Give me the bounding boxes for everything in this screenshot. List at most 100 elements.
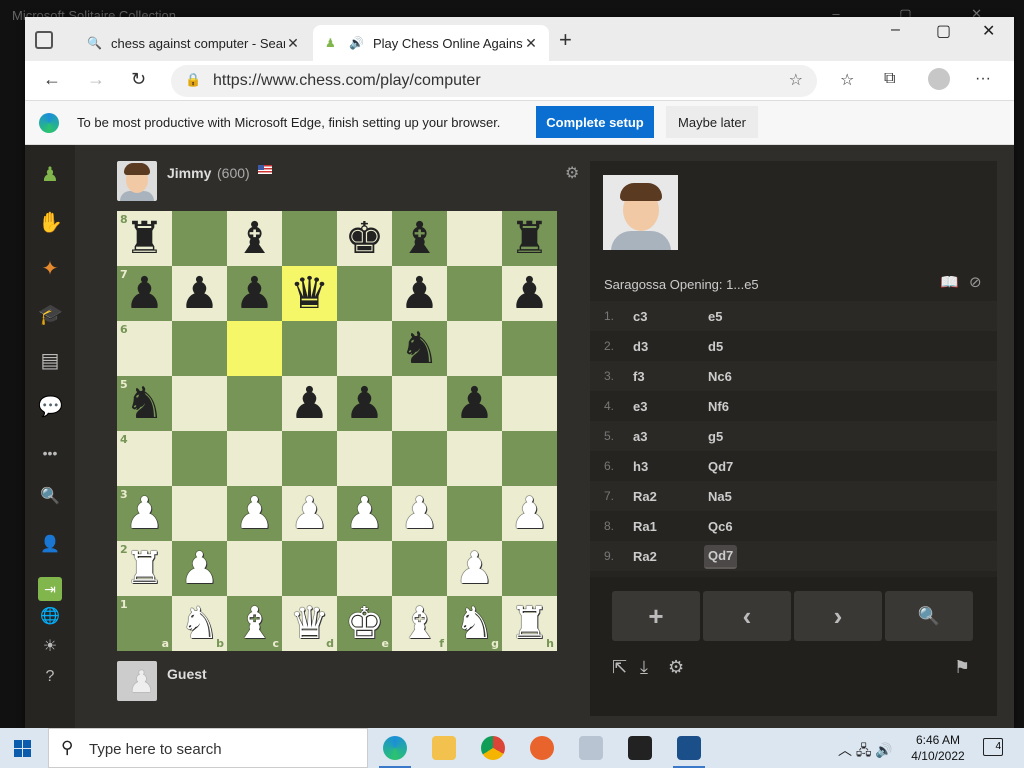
square-a8[interactable]: 8 ♜: [117, 211, 172, 266]
square-d4[interactable]: [282, 431, 337, 486]
black-pawn-icon[interactable]: ♟: [510, 271, 549, 316]
notification-center-icon[interactable]: 4: [983, 738, 1003, 756]
white-pawn-icon[interactable]: ♟: [345, 491, 384, 536]
white-knight-icon[interactable]: ♞: [180, 601, 219, 646]
square-f7[interactable]: ♟: [392, 266, 447, 321]
white-bishop-icon[interactable]: ♝: [235, 601, 274, 646]
square-a6[interactable]: 6: [117, 321, 172, 376]
play-icon[interactable]: ✋: [38, 211, 63, 235]
square-h3[interactable]: ♟: [502, 486, 557, 541]
chrome-icon[interactable]: [481, 736, 505, 760]
square-c5[interactable]: [227, 376, 282, 431]
black-move[interactable]: Nf6: [704, 399, 733, 414]
file-explorer-icon[interactable]: [432, 736, 456, 760]
theme-icon[interactable]: ☀: [38, 635, 62, 659]
monitor-app-icon[interactable]: [579, 736, 603, 760]
white-rook-icon[interactable]: ♜: [510, 601, 549, 646]
black-pawn-icon[interactable]: ♟: [400, 271, 439, 316]
square-h1[interactable]: h ♜: [502, 596, 557, 651]
black-move[interactable]: Qd7: [704, 459, 737, 474]
square-a3[interactable]: 3 ♟: [117, 486, 172, 541]
white-move[interactable]: e3: [633, 399, 647, 414]
puzzles-icon[interactable]: ✦: [38, 257, 62, 281]
square-a1[interactable]: 1a: [117, 596, 172, 651]
maybe-later-button[interactable]: Maybe later: [666, 106, 758, 138]
close-tab-icon[interactable]: ✕: [523, 35, 539, 52]
black-knight-icon[interactable]: ♞: [125, 381, 164, 426]
square-a7[interactable]: 7 ♟: [117, 266, 172, 321]
square-f6[interactable]: ♞: [392, 321, 447, 376]
board-settings-icon[interactable]: ⚙: [565, 163, 579, 183]
white-bishop-icon[interactable]: ♝: [400, 601, 439, 646]
language-icon[interactable]: 🌐: [38, 605, 62, 629]
white-pawn-icon[interactable]: ♟: [125, 491, 164, 536]
black-move[interactable]: Nc6: [704, 369, 736, 384]
square-g4[interactable]: [447, 431, 502, 486]
square-e1[interactable]: e ♚: [337, 596, 392, 651]
opponent-name[interactable]: Jimmy: [167, 165, 211, 181]
analyze-button[interactable]: 🔍: [885, 591, 973, 641]
white-queen-icon[interactable]: ♛: [290, 601, 329, 646]
share-icon[interactable]: ⇱: [612, 657, 627, 678]
black-pawn-icon[interactable]: ♟: [180, 271, 219, 316]
square-f1[interactable]: f ♝: [392, 596, 447, 651]
maximize-button[interactable]: ▢: [936, 21, 951, 41]
back-button[interactable]: ←: [43, 69, 61, 90]
book-icon[interactable]: 📖: [940, 273, 959, 291]
square-g3[interactable]: [447, 486, 502, 541]
black-move[interactable]: Qd7: [704, 545, 738, 569]
square-e3[interactable]: ♟: [337, 486, 392, 541]
black-move[interactable]: Na5: [704, 489, 736, 504]
speaker-icon[interactable]: 🔊: [349, 36, 365, 50]
black-bishop-icon[interactable]: ♝: [400, 216, 439, 261]
game-app-icon[interactable]: [628, 736, 652, 760]
white-rook-icon[interactable]: ♜: [125, 546, 164, 591]
next-move-button[interactable]: ›: [794, 591, 882, 641]
white-king-icon[interactable]: ♚: [345, 601, 384, 646]
black-pawn-icon[interactable]: ♟: [125, 271, 164, 316]
black-move[interactable]: e5: [704, 309, 726, 324]
refresh-button[interactable]: ↻: [131, 69, 146, 90]
white-move[interactable]: Ra1: [633, 519, 657, 534]
square-f4[interactable]: [392, 431, 447, 486]
white-move[interactable]: h3: [633, 459, 648, 474]
collections-icon[interactable]: ⧉: [884, 70, 895, 88]
black-rook-icon[interactable]: ♜: [125, 216, 164, 261]
square-g1[interactable]: g ♞: [447, 596, 502, 651]
square-b3[interactable]: [172, 486, 227, 541]
square-c7[interactable]: ♟: [227, 266, 282, 321]
square-c6[interactable]: [227, 321, 282, 376]
black-pawn-icon[interactable]: ♟: [455, 381, 494, 426]
windows-start-icon[interactable]: [14, 740, 31, 757]
black-move[interactable]: g5: [704, 429, 727, 444]
opponent-avatar[interactable]: [117, 161, 157, 201]
white-move[interactable]: d3: [633, 339, 648, 354]
square-h7[interactable]: ♟: [502, 266, 557, 321]
settings-icon[interactable]: ⚙: [668, 657, 684, 678]
favorites-icon[interactable]: ☆: [840, 70, 854, 90]
square-d5[interactable]: ♟: [282, 376, 337, 431]
square-g6[interactable]: [447, 321, 502, 376]
black-bishop-icon[interactable]: ♝: [235, 216, 274, 261]
square-h6[interactable]: [502, 321, 557, 376]
black-move[interactable]: Qc6: [704, 519, 737, 534]
square-f2[interactable]: [392, 541, 447, 596]
black-king-icon[interactable]: ♚: [345, 216, 384, 261]
close-window-button[interactable]: ✕: [982, 21, 995, 41]
square-e7[interactable]: [337, 266, 392, 321]
tab-search[interactable]: 🔍 chess against computer - Search ✕: [75, 25, 311, 61]
square-b8[interactable]: [172, 211, 227, 266]
square-d2[interactable]: [282, 541, 337, 596]
address-bar[interactable]: 🔒 https://www.chess.com/play/computer ☆: [171, 65, 817, 97]
square-b7[interactable]: ♟: [172, 266, 227, 321]
new-tab-button[interactable]: +: [559, 27, 572, 53]
add-friend-icon[interactable]: 👤: [38, 533, 62, 557]
opening-name[interactable]: Saragossa Opening: 1...e5: [604, 277, 759, 292]
white-pawn-icon[interactable]: ♟: [400, 491, 439, 536]
tab-chess[interactable]: ♟ 🔊 Play Chess Online Against t ✕: [313, 25, 549, 61]
social-icon[interactable]: 💬: [38, 395, 63, 419]
login-icon[interactable]: ⇥: [38, 577, 62, 601]
square-c1[interactable]: c ♝: [227, 596, 282, 651]
square-b4[interactable]: [172, 431, 227, 486]
clock[interactable]: 6:46 AM 4/10/2022: [908, 732, 968, 764]
